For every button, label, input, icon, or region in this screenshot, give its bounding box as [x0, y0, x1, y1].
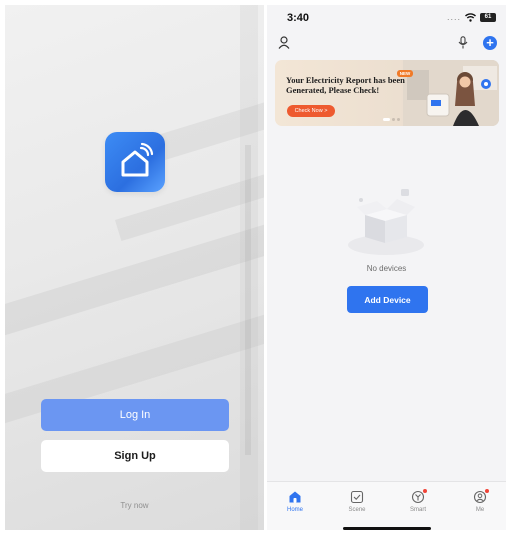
empty-box-illustration [348, 189, 424, 255]
tab-home[interactable]: Home [275, 489, 315, 513]
tab-label-scene: Scene [348, 507, 366, 513]
pagination-dot [392, 118, 395, 121]
check-now-button[interactable]: Check Now > [287, 105, 335, 117]
tab-label-smart: Smart [409, 507, 426, 513]
tab-smart[interactable]: Smart [398, 489, 438, 513]
banner-pagination [383, 118, 400, 121]
person-icon[interactable] [278, 36, 290, 49]
battery-icon: 61 [480, 12, 496, 22]
smart-home-icon [105, 132, 165, 192]
banner-new-badge: NEW [397, 70, 413, 77]
add-icon[interactable]: + [483, 36, 497, 50]
add-device-button[interactable]: Add Device [347, 286, 428, 313]
no-devices-text: No devices [366, 264, 407, 273]
status-bar-icons: .... 61 [447, 12, 496, 22]
pagination-dot-active [383, 118, 390, 121]
tab-label-me: Me [475, 507, 485, 513]
status-time: 3:40 [287, 12, 310, 24]
scene-check-icon [350, 490, 364, 504]
tab-scene[interactable]: Scene [337, 489, 377, 513]
signal-dots: .... [446, 12, 461, 22]
background-shadow [245, 145, 251, 455]
try-now-link[interactable]: Try now [5, 501, 264, 510]
signup-button[interactable]: Sign Up [41, 440, 229, 472]
home-indicator [343, 527, 431, 530]
home-screen: 3:40 .... 61 + Your Electricity Report h… [267, 5, 506, 530]
wifi-icon [465, 12, 476, 22]
tab-me[interactable]: Me [460, 489, 500, 513]
notification-dot [423, 489, 427, 493]
banner-title: Your Electricity Report has been Generat… [286, 75, 405, 95]
login-button[interactable]: Log In [41, 399, 229, 431]
banner-illustration [403, 60, 499, 126]
electricity-report-banner[interactable]: Your Electricity Report has been Generat… [275, 60, 499, 126]
home-icon [289, 491, 301, 503]
tab-label-home: Home [286, 507, 303, 513]
pagination-dot [397, 118, 400, 121]
login-screen: Log In Sign Up Try now [5, 5, 264, 530]
bottom-tab-bar: Home Scene Smart Me [267, 481, 506, 530]
microphone-icon[interactable] [458, 36, 468, 49]
notification-dot [485, 489, 489, 493]
